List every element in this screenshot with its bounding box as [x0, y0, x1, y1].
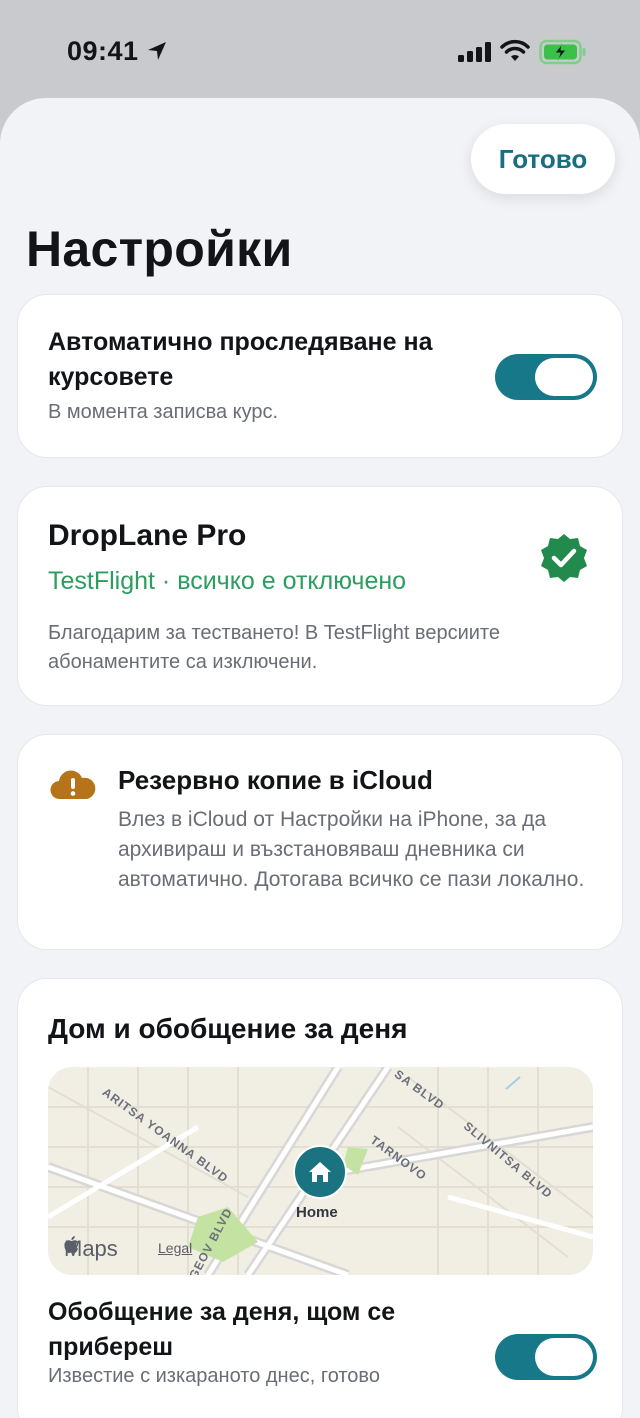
- status-time: 09:41: [67, 36, 139, 66]
- cellular-signal-icon: [458, 42, 491, 62]
- location-arrow-icon: [148, 42, 166, 60]
- toggle-knob: [535, 1338, 593, 1376]
- status-bar: 09:41: [0, 0, 640, 100]
- maps-brand: Maps: [64, 1236, 118, 1262]
- summary-toggle[interactable]: [495, 1334, 597, 1380]
- home-pin-label: Home: [296, 1204, 338, 1221]
- wifi-icon: [500, 39, 530, 61]
- home-title: Дом и обобщение за деня: [48, 1013, 408, 1044]
- auto-tracking-toggle[interactable]: [495, 354, 597, 400]
- legal-link[interactable]: Legal: [158, 1240, 192, 1256]
- auto-tracking-subtitle: В момента записва курс.: [48, 401, 279, 423]
- pro-note: Благодарим за тестването! В TestFlight в…: [48, 622, 500, 673]
- pro-title: DropLane Pro: [48, 519, 247, 552]
- apple-logo-icon: [64, 1236, 78, 1254]
- pro-card: DropLane Pro TestFlight · всичко е отклю…: [17, 486, 623, 706]
- summary-subtitle: Известие с изкараното днес, готово: [48, 1365, 380, 1387]
- battery-charging-icon: [539, 39, 586, 65]
- settings-sheet: Готово Настройки Автоматично проследяван…: [0, 98, 640, 1418]
- page-title: Настройки: [26, 221, 293, 277]
- home-card: Дом и обобщение за деня ARITSA YOANNA BL…: [17, 978, 623, 1418]
- home-pin[interactable]: [293, 1145, 347, 1199]
- icloud-text: Влез в iCloud от Настройки на iPhone, за…: [118, 808, 585, 891]
- verified-badge-icon: [541, 534, 587, 582]
- icloud-card: Резервно копие в iCloud Влез в iCloud от…: [17, 734, 623, 950]
- summary-title: Обобщение за деня, щом се прибереш: [48, 1298, 396, 1361]
- house-icon: [309, 1162, 331, 1182]
- pro-status: TestFlight · всичко е отключено: [48, 567, 407, 595]
- cloud-warning-icon: [50, 770, 96, 800]
- toggle-knob: [535, 358, 593, 396]
- home-map[interactable]: ARITSA YOANNA BLVD SA BLVD TARNOVO SLIVN…: [48, 1067, 593, 1275]
- auto-tracking-title: Автоматично проследяване на курсовете: [48, 328, 433, 391]
- auto-tracking-card: Автоматично проследяване на курсовете В …: [17, 294, 623, 458]
- icloud-title: Резервно копие в iCloud: [118, 765, 433, 795]
- done-button[interactable]: Готово: [471, 124, 615, 194]
